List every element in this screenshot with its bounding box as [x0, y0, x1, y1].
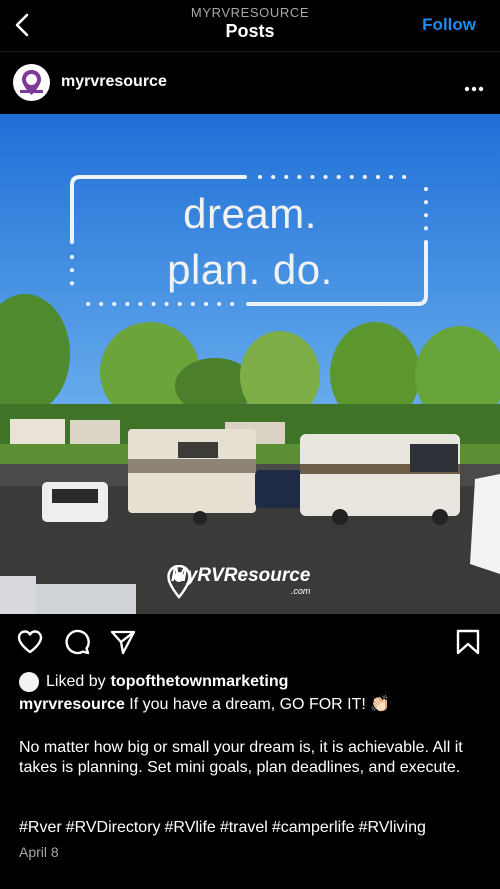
- overlay-text-line1: dream.: [183, 190, 317, 237]
- post-author-row: myrvresource: [0, 52, 500, 114]
- heart-icon[interactable]: [16, 628, 44, 656]
- post-actions: [0, 614, 500, 670]
- post-date: April 8: [19, 844, 59, 860]
- hashtag-list: #Rver #RVDirectory #RVlife #travel #camperli…: [19, 818, 489, 838]
- caption-text: If you have a dream, GO FOR IT! 👏🏻: [129, 696, 391, 713]
- likes-row[interactable]: Liked by topofthetownmarketing: [19, 671, 288, 693]
- watermark-domain: .com: [290, 586, 311, 596]
- hashtag-link[interactable]: #travel: [220, 819, 268, 836]
- rv-park-photo: [0, 114, 500, 614]
- more-dots-icon[interactable]: [464, 79, 484, 92]
- share-icon[interactable]: [109, 628, 137, 656]
- caption-username[interactable]: myrvresource: [19, 696, 125, 713]
- post-caption: myrvresource If you have a dream, GO FOR…: [19, 695, 484, 715]
- caption-body: No matter how big or small your dream is…: [19, 739, 463, 776]
- follow-button[interactable]: Follow: [422, 15, 476, 35]
- watermark-brand-name: MyRVResource: [171, 565, 311, 586]
- liker-username[interactable]: topofthetownmarketing: [111, 673, 289, 691]
- hashtag-link[interactable]: #RVliving: [359, 819, 426, 836]
- liked-by-label: Liked by: [46, 673, 106, 690]
- hashtag-link[interactable]: #camperlife: [272, 819, 355, 836]
- post-image[interactable]: dream. plan. do. MyRVResource .com: [0, 114, 500, 614]
- hashtag-link[interactable]: #RVlife: [165, 819, 216, 836]
- top-bar: MYRVRESOURCE Posts Follow: [0, 0, 500, 52]
- overlay-text-line2: plan. do.: [167, 246, 333, 293]
- hashtag-link[interactable]: #Rver: [19, 819, 62, 836]
- liker-avatar: [19, 672, 39, 692]
- hashtag-link[interactable]: #RVDirectory: [66, 819, 161, 836]
- location-pin-icon: [167, 565, 191, 599]
- author-avatar[interactable]: [13, 64, 50, 101]
- brand-watermark: MyRVResource .com: [167, 565, 311, 599]
- bookmark-icon[interactable]: [454, 628, 482, 656]
- author-username[interactable]: myrvresource: [61, 73, 167, 91]
- comment-icon[interactable]: [63, 628, 91, 656]
